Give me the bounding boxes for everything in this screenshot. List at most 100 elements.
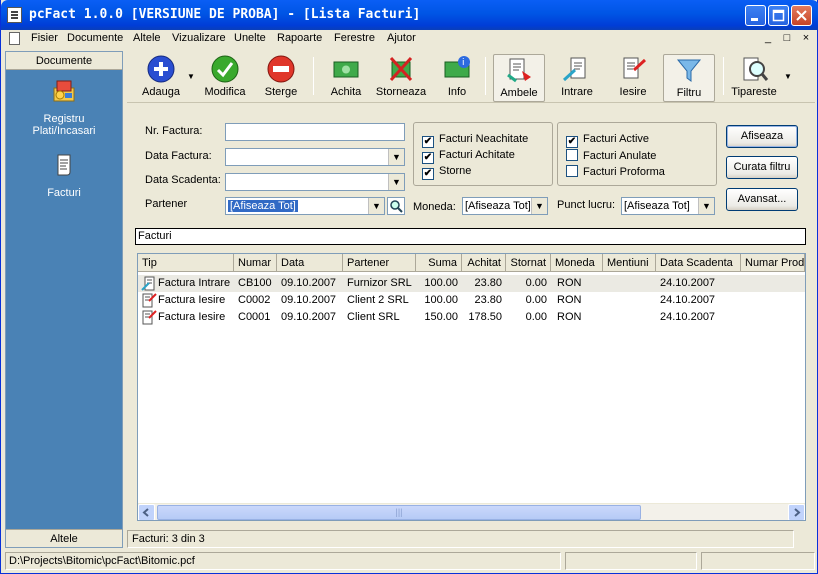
- column-header-data-scadenta[interactable]: Data Scadenta: [656, 254, 741, 272]
- menu-vizualizare[interactable]: Vizualizare: [172, 32, 226, 44]
- minimize-button[interactable]: [745, 5, 766, 26]
- column-header-moneda[interactable]: Moneda: [551, 254, 603, 272]
- cell-moneda: RON: [557, 311, 582, 323]
- invoice-number-input[interactable]: [225, 123, 405, 141]
- sidebar-footer[interactable]: Altele: [6, 529, 122, 547]
- print-button[interactable]: Tipareste: [727, 54, 781, 102]
- scroll-right-button[interactable]: [788, 504, 805, 520]
- maximize-button[interactable]: [768, 5, 789, 26]
- mdi-close-button[interactable]: ×: [799, 32, 813, 44]
- cell-partener: Client 2 SRL: [347, 294, 409, 306]
- cell-achitat: 23.80: [474, 277, 502, 289]
- cell-stornat: 0.00: [525, 311, 547, 323]
- checkbox-active[interactable]: ✔ Facturi Active: [566, 133, 649, 148]
- invoice-type-group: ✔ Facturi Active Facturi Anulate Facturi …: [557, 122, 717, 186]
- currency-select[interactable]: [Afiseaza Tot] ▼: [462, 197, 548, 215]
- add-button[interactable]: Adauga: [133, 54, 189, 102]
- menu-unelte[interactable]: Unelte: [234, 32, 266, 44]
- column-header-achitat[interactable]: Achitat: [462, 254, 506, 272]
- sidebar-item-registru[interactable]: Registru Plati/Incasari: [6, 78, 122, 137]
- checkbox-box[interactable]: ✔: [422, 152, 434, 164]
- advanced-button[interactable]: Avansat...: [726, 188, 798, 211]
- column-header-numar[interactable]: Numar: [234, 254, 277, 272]
- mdi-minimize-button[interactable]: _: [761, 32, 775, 44]
- checkbox-box[interactable]: [566, 149, 578, 161]
- status-panel-empty: [701, 552, 815, 570]
- incoming-button[interactable]: Intrare: [553, 54, 601, 102]
- checkbox-unpaid[interactable]: ✔ Facturi Neachitate: [422, 133, 528, 148]
- due-date-picker[interactable]: ▼: [225, 173, 405, 191]
- clear-filter-button[interactable]: Curata filtru: [726, 156, 798, 179]
- reverse-button[interactable]: Storneaza: [373, 54, 429, 102]
- column-header-partener[interactable]: Partener: [343, 254, 416, 272]
- column-header-data[interactable]: Data: [277, 254, 343, 272]
- invoice-date-picker[interactable]: ▼: [225, 148, 405, 166]
- close-button[interactable]: [791, 5, 812, 26]
- chevron-down-icon[interactable]: ▼: [388, 174, 404, 190]
- checkbox-box[interactable]: ✔: [422, 168, 434, 180]
- checkbox-proforma[interactable]: Facturi Proforma: [566, 165, 665, 178]
- invoice-number-label: Nr. Factura:: [145, 125, 203, 137]
- record-count-status: Facturi: 3 din 3: [127, 530, 794, 548]
- workpoint-select[interactable]: [Afiseaza Tot] ▼: [621, 197, 715, 215]
- chevron-down-icon[interactable]: ▼: [388, 149, 404, 165]
- window-title: pcFact 1.0.0 [VERSIUNE DE PROBA] - [List…: [29, 7, 421, 22]
- checkbox-box[interactable]: ✔: [566, 136, 578, 148]
- cell-mentiuni: [607, 275, 656, 292]
- filter-button[interactable]: Filtru: [663, 54, 715, 102]
- chevron-down-icon[interactable]: ▼: [368, 198, 384, 214]
- cell-achitat: 23.80: [474, 294, 502, 306]
- invoices-grid[interactable]: Tip Numar Data Partener Suma Achitat Sto…: [137, 253, 806, 521]
- checkbox-cancelled[interactable]: Facturi Anulate: [566, 149, 656, 162]
- scroll-left-button[interactable]: [138, 504, 155, 520]
- chevron-down-icon[interactable]: ▼: [187, 72, 195, 81]
- cell-partener: Client SRL: [347, 311, 400, 323]
- horizontal-scrollbar[interactable]: |||: [138, 503, 805, 520]
- checkbox-reversals[interactable]: ✔ Storne: [422, 165, 471, 180]
- partner-select[interactable]: [Afiseaza Tot] ▼: [225, 197, 385, 215]
- menu-rapoarte[interactable]: Rapoarte: [277, 32, 322, 44]
- checkbox-paid[interactable]: ✔ Facturi Achitate: [422, 149, 515, 164]
- chevron-down-icon[interactable]: ▼: [531, 198, 547, 214]
- scrollbar-thumb[interactable]: |||: [157, 505, 641, 520]
- delete-button[interactable]: Sterge: [257, 54, 305, 102]
- pay-button[interactable]: Achita: [323, 54, 369, 102]
- checkbox-box[interactable]: ✔: [422, 136, 434, 148]
- modify-button[interactable]: Modifica: [199, 54, 251, 102]
- sidebar-item-facturi[interactable]: Facturi: [6, 152, 122, 199]
- column-header-suma[interactable]: Suma: [416, 254, 462, 272]
- table-row[interactable]: Factura Iesire C0001 09.10.2007 Client S…: [138, 309, 805, 326]
- chevron-down-icon[interactable]: ▼: [698, 198, 714, 214]
- grid-title: Facturi: [135, 228, 806, 245]
- checkbox-label: Facturi Active: [583, 133, 650, 145]
- chevron-down-icon[interactable]: ▼: [784, 72, 792, 81]
- menu-fisier[interactable]: Fisier: [31, 32, 58, 44]
- due-date-label: Data Scadenta:: [145, 174, 221, 186]
- filter-label: Filtru: [676, 87, 702, 99]
- column-header-tip[interactable]: Tip: [138, 254, 234, 272]
- table-row[interactable]: Factura Iesire C0002 09.10.2007 Client 2…: [138, 292, 805, 309]
- document-icon[interactable]: [9, 32, 20, 45]
- menu-altele[interactable]: Altele: [133, 32, 161, 44]
- checkbox-box[interactable]: [566, 165, 578, 177]
- outgoing-invoice-icon: [142, 293, 157, 308]
- invoice-icon: [57, 154, 71, 176]
- column-header-mentiuni[interactable]: Mentiuni: [603, 254, 656, 272]
- menu-documente[interactable]: Documente: [67, 32, 123, 44]
- show-button[interactable]: Afiseaza: [726, 125, 798, 148]
- column-header-numar-prod[interactable]: Numar Prod: [741, 254, 805, 272]
- both-button[interactable]: Ambele: [493, 54, 545, 102]
- app-icon[interactable]: [7, 7, 22, 23]
- menu-ferestre[interactable]: Ferestre: [334, 32, 375, 44]
- menu-ajutor[interactable]: Ajutor: [387, 32, 416, 44]
- info-button[interactable]: i Info: [437, 54, 477, 102]
- print-preview-icon: [743, 57, 769, 81]
- table-row[interactable]: Factura Intrare CB100 09.10.2007 Furnizo…: [138, 275, 805, 292]
- column-header-stornat[interactable]: Stornat: [506, 254, 551, 272]
- menu-bar: Fisier Documente Altele Vizualizare Unel…: [5, 30, 815, 48]
- cell-data-scadenta: 24.10.2007: [660, 294, 716, 306]
- mdi-restore-button[interactable]: □: [780, 32, 794, 44]
- sidebar-header[interactable]: Documente: [6, 52, 122, 70]
- partner-search-button[interactable]: [387, 197, 405, 215]
- outgoing-button[interactable]: Iesire: [611, 54, 655, 102]
